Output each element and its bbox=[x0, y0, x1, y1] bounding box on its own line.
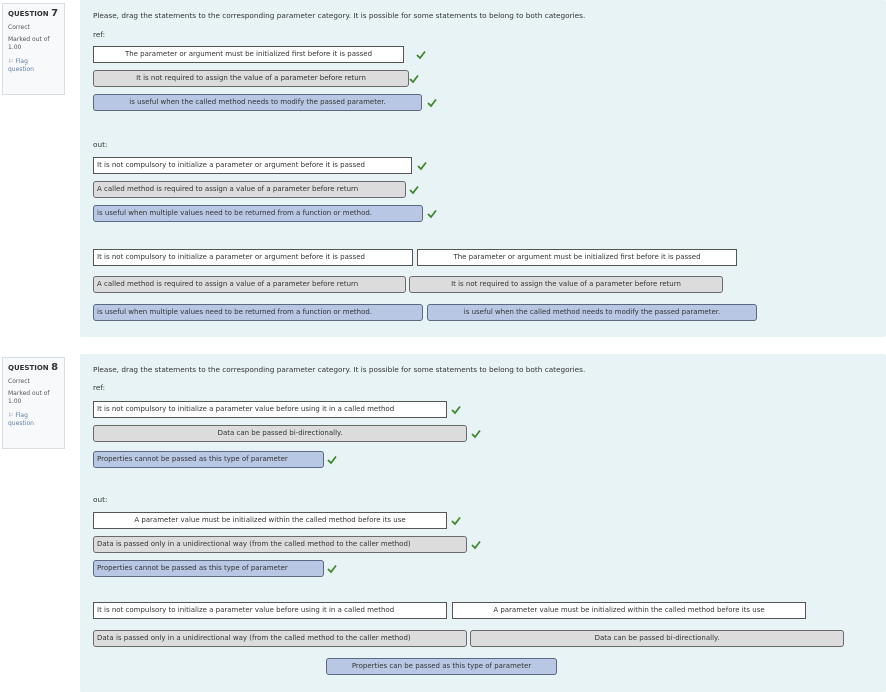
choice-item[interactable]: A parameter value must be initialized wi… bbox=[452, 602, 806, 619]
flag-question-link[interactable]: ⚐ Flag question bbox=[8, 412, 59, 429]
out-label: out: bbox=[93, 140, 108, 149]
question-state: Correct bbox=[8, 24, 30, 31]
check-icon bbox=[327, 564, 337, 574]
flag-question-link[interactable]: ⚐ Flag question bbox=[8, 58, 59, 75]
out-drop-item[interactable]: A parameter value must be initialized wi… bbox=[93, 512, 447, 529]
ref-drop-item[interactable]: It is not required to assign the value o… bbox=[93, 70, 409, 87]
question-state: Correct bbox=[8, 378, 30, 385]
question-mark: Marked out of 1.00 bbox=[8, 390, 50, 406]
choice-item[interactable]: It is not compulsory to initialize a par… bbox=[93, 249, 413, 266]
out-drop-item[interactable]: Properties cannot be passed as this type… bbox=[93, 560, 324, 577]
out-drop-item[interactable]: is useful when multiple values need to b… bbox=[93, 205, 423, 222]
ref-drop-item[interactable]: is useful when the called method needs t… bbox=[93, 94, 422, 111]
question-content-8: Please, drag the statements to the corre… bbox=[80, 354, 886, 692]
check-icon bbox=[409, 74, 419, 84]
question-instruction: Please, drag the statements to the corre… bbox=[93, 365, 586, 374]
ref-drop-item[interactable]: The parameter or argument must be initia… bbox=[93, 46, 404, 63]
check-icon bbox=[471, 429, 481, 439]
out-label: out: bbox=[93, 495, 108, 504]
question-mark: Marked out of 1.00 bbox=[8, 36, 50, 52]
choice-item[interactable]: is useful when multiple values need to b… bbox=[93, 304, 423, 321]
question-content-7: Please, drag the statements to the corre… bbox=[80, 0, 886, 337]
ref-drop-item[interactable]: Data can be passed bi-directionally. bbox=[93, 425, 467, 442]
out-drop-item[interactable]: It is not compulsory to initialize a par… bbox=[93, 157, 412, 174]
question-number: QUESTION 7 bbox=[8, 8, 59, 19]
check-icon bbox=[416, 50, 426, 60]
choice-item[interactable]: Data can be passed bi-directionally. bbox=[470, 630, 844, 647]
check-icon bbox=[409, 185, 419, 195]
check-icon bbox=[451, 405, 461, 415]
choice-item[interactable]: It is not required to assign the value o… bbox=[409, 276, 723, 293]
check-icon bbox=[417, 161, 427, 171]
choice-item[interactable]: The parameter or argument must be initia… bbox=[417, 249, 737, 266]
check-icon bbox=[471, 540, 481, 550]
choice-item[interactable]: A called method is required to assign a … bbox=[93, 276, 406, 293]
ref-label: ref: bbox=[93, 30, 106, 39]
out-drop-item[interactable]: A called method is required to assign a … bbox=[93, 181, 406, 198]
check-icon bbox=[451, 516, 461, 526]
question-info-8: QUESTION 8 Correct Marked out of 1.00 ⚐ F… bbox=[2, 357, 65, 449]
check-icon bbox=[427, 98, 437, 108]
question-number: QUESTION 8 bbox=[8, 362, 59, 373]
ref-drop-item[interactable]: Properties cannot be passed as this type… bbox=[93, 451, 324, 468]
choice-item[interactable]: is useful when the called method needs t… bbox=[427, 304, 757, 321]
flag-icon: ⚐ bbox=[8, 57, 14, 65]
out-drop-item[interactable]: Data is passed only in a unidirectional … bbox=[93, 536, 467, 553]
flag-icon: ⚐ bbox=[8, 411, 14, 419]
question-info-7: QUESTION 7 Correct Marked out of 1.00 ⚐ F… bbox=[2, 3, 65, 95]
choice-item[interactable]: Data is passed only in a unidirectional … bbox=[93, 630, 467, 647]
check-icon bbox=[327, 455, 337, 465]
ref-drop-item[interactable]: It is not compulsory to initialize a par… bbox=[93, 401, 447, 418]
ref-label: ref: bbox=[93, 383, 106, 392]
choice-item[interactable]: Properties can be passed as this type of… bbox=[326, 658, 557, 675]
choice-item[interactable]: It is not compulsory to initialize a par… bbox=[93, 602, 447, 619]
question-instruction: Please, drag the statements to the corre… bbox=[93, 11, 586, 20]
check-icon bbox=[427, 209, 437, 219]
